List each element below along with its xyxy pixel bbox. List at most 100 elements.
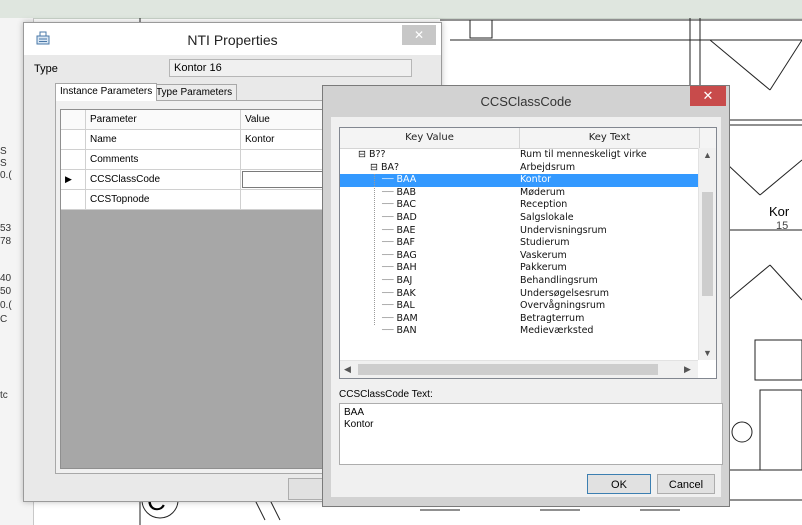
tree-item-key: ⊟ B??	[358, 149, 386, 162]
parameters-grid: Parameter Value Name Kontor Comments ▶ C…	[60, 109, 362, 469]
ccs-client-area: Key Value Key Text ⊟ B?? Rum til menneske…	[331, 117, 723, 497]
tree-item-key-text: BAD	[396, 212, 417, 223]
grid-header-row: Parameter Value	[61, 110, 361, 130]
scroll-down-arrow-icon[interactable]: ▼	[703, 348, 712, 358]
tree-item[interactable]: ⊟ BA? Arbejdsrum	[340, 162, 700, 175]
tree-item-key-text: BAB	[396, 186, 417, 198]
tree-item-key-text: BAK	[396, 287, 416, 299]
tree-item-key-text: BAJ	[396, 275, 413, 286]
tree-item[interactable]: ── BAM Betragterrum	[340, 313, 700, 326]
tree-item-key: ── BAK	[382, 288, 416, 301]
tree-item-text: Vaskerum	[520, 249, 567, 261]
tree-item-key-text: BAH	[396, 262, 417, 274]
room-number: 15	[776, 220, 789, 232]
tree-item-key-text: BAA	[396, 174, 417, 186]
tree-item-key-text: BAE	[396, 224, 416, 236]
table-row[interactable]: Comments	[61, 150, 361, 170]
row-indicator	[61, 130, 86, 149]
classcode-tree-view[interactable]: Key Value Key Text ⊟ B?? Rum til menneske…	[339, 127, 717, 379]
tree-item-text: Medieværksted	[520, 325, 594, 337]
tree-item-text: Undervisningsrum	[520, 224, 607, 236]
tree-item-key-text: BAG	[396, 249, 417, 261]
code-text-box[interactable]: BAA Kontor	[339, 403, 723, 465]
tree-item-key: ── BAC	[382, 199, 416, 212]
tree-item-key-text: BAM	[396, 312, 418, 324]
code-text-label: CCSClassCode Text:	[339, 389, 433, 400]
table-row[interactable]: ▶ CCSClassCode	[61, 170, 361, 190]
row-indicator	[61, 190, 86, 209]
tree-connector: ──	[382, 174, 397, 186]
collapse-toggle-icon[interactable]: ⊟	[370, 162, 381, 173]
tree-header: Key Value Key Text	[340, 128, 716, 149]
ok-button[interactable]: OK	[587, 474, 651, 494]
row-header-corner	[61, 110, 86, 129]
tree-item-text: Betragterrum	[520, 312, 585, 324]
tree-item-text: Pakkerum	[520, 262, 567, 274]
tree-item[interactable]: ── BAJ Behandlingsrum	[340, 275, 700, 288]
tree-connector: ──	[382, 237, 397, 249]
cancel-button[interactable]: Cancel	[657, 474, 715, 494]
scroll-up-arrow-icon[interactable]: ▲	[703, 150, 712, 160]
tree-item[interactable]: ── BAN Medieværksted	[340, 325, 700, 338]
tree-item[interactable]: ── BAD Salgslokale	[340, 212, 700, 225]
tree-connector: ──	[382, 224, 397, 236]
tree-connector: ──	[382, 287, 397, 299]
tab-instance-parameters[interactable]: Instance Parameters	[55, 83, 158, 101]
tree-item-key: ── BAF	[382, 237, 415, 250]
tree-item-key: ⊟ BA?	[370, 162, 399, 175]
tree-item[interactable]: ── BAF Studierum	[340, 237, 700, 250]
tree-item-key: ── BAH	[382, 262, 417, 275]
tree-item[interactable]: ── BAG Vaskerum	[340, 250, 700, 263]
tree-item[interactable]: ── BAE Undervisningsrum	[340, 225, 700, 238]
ccs-classcode-dialog: CCSClassCode ✕ Key Value Key Text ⊟ B?? R…	[322, 85, 730, 507]
tab-type-parameters[interactable]: Type Parameters	[151, 84, 238, 101]
tree-item-text: Kontor	[520, 174, 552, 186]
vertical-scroll-thumb[interactable]	[702, 192, 713, 296]
tree-item[interactable]: ── BAB Møderum	[340, 187, 700, 200]
nti-titlebar[interactable]: NTI Properties ✕	[24, 23, 441, 55]
tree-connector: ──	[382, 249, 397, 261]
tree-item-selected[interactable]: ── BAA Kontor	[340, 174, 700, 187]
tree-item-text: Reception	[520, 199, 568, 211]
parameter-name-cell: Comments	[86, 150, 241, 169]
tree-connector: ──	[382, 325, 397, 337]
tree-connector: ──	[382, 300, 397, 312]
column-header-key-value[interactable]: Key Value	[340, 128, 520, 148]
tree-item-text: Salgslokale	[520, 212, 574, 223]
nti-close-button[interactable]: ✕	[402, 25, 436, 45]
tree-item-text: Undersøgelsesrum	[520, 287, 609, 299]
tree-item[interactable]: ── BAC Reception	[340, 199, 700, 212]
tree-connector: ──	[382, 275, 397, 286]
horizontal-scroll-thumb[interactable]	[358, 364, 658, 375]
row-indicator	[61, 150, 86, 169]
tree-vertical-scrollbar[interactable]: ▲ ▼	[698, 148, 716, 360]
tree-item-key-text: BAL	[396, 300, 415, 312]
tree-item-key: ── BAE	[382, 225, 416, 238]
table-row[interactable]: CCSTopnode	[61, 190, 361, 210]
tree-item-key: ── BAA	[382, 174, 416, 187]
table-row[interactable]: Name Kontor	[61, 130, 361, 150]
tree-item-text: Behandlingsrum	[520, 275, 598, 286]
ccs-close-button[interactable]: ✕	[690, 86, 726, 106]
tree-item[interactable]: ⊟ B?? Rum til menneskeligt virke	[340, 149, 700, 162]
tree-item[interactable]: ── BAH Pakkerum	[340, 262, 700, 275]
tree-item-key-text: BAN	[396, 325, 417, 337]
scroll-left-arrow-icon[interactable]: ◀	[344, 364, 351, 375]
tree-item-key-text: BA?	[380, 161, 400, 173]
scroll-right-arrow-icon[interactable]: ▶	[684, 364, 691, 375]
tree-item[interactable]: ── BAL Overvågningsrum	[340, 300, 700, 313]
tree-item-text: Studierum	[520, 237, 570, 249]
column-header-key-text[interactable]: Key Text	[520, 128, 700, 148]
tree-item-text: Rum til menneskeligt virke	[520, 149, 647, 160]
tree-item-key: ── BAL	[382, 300, 415, 313]
tree-item-text: Overvågningsrum	[520, 300, 606, 312]
collapse-toggle-icon[interactable]: ⊟	[358, 149, 369, 160]
column-header-parameter[interactable]: Parameter	[86, 110, 241, 129]
tree-item[interactable]: ── BAK Undersøgelsesrum	[340, 288, 700, 301]
tree-connector: ──	[382, 262, 397, 274]
tree-horizontal-scrollbar[interactable]: ◀ ▶	[340, 360, 698, 378]
ccs-titlebar[interactable]: CCSClassCode ✕	[323, 86, 729, 116]
nti-dialog-title: NTI Properties	[187, 32, 278, 48]
tree-connector: ──	[382, 312, 397, 324]
tree-item-key: ── BAD	[382, 212, 417, 225]
